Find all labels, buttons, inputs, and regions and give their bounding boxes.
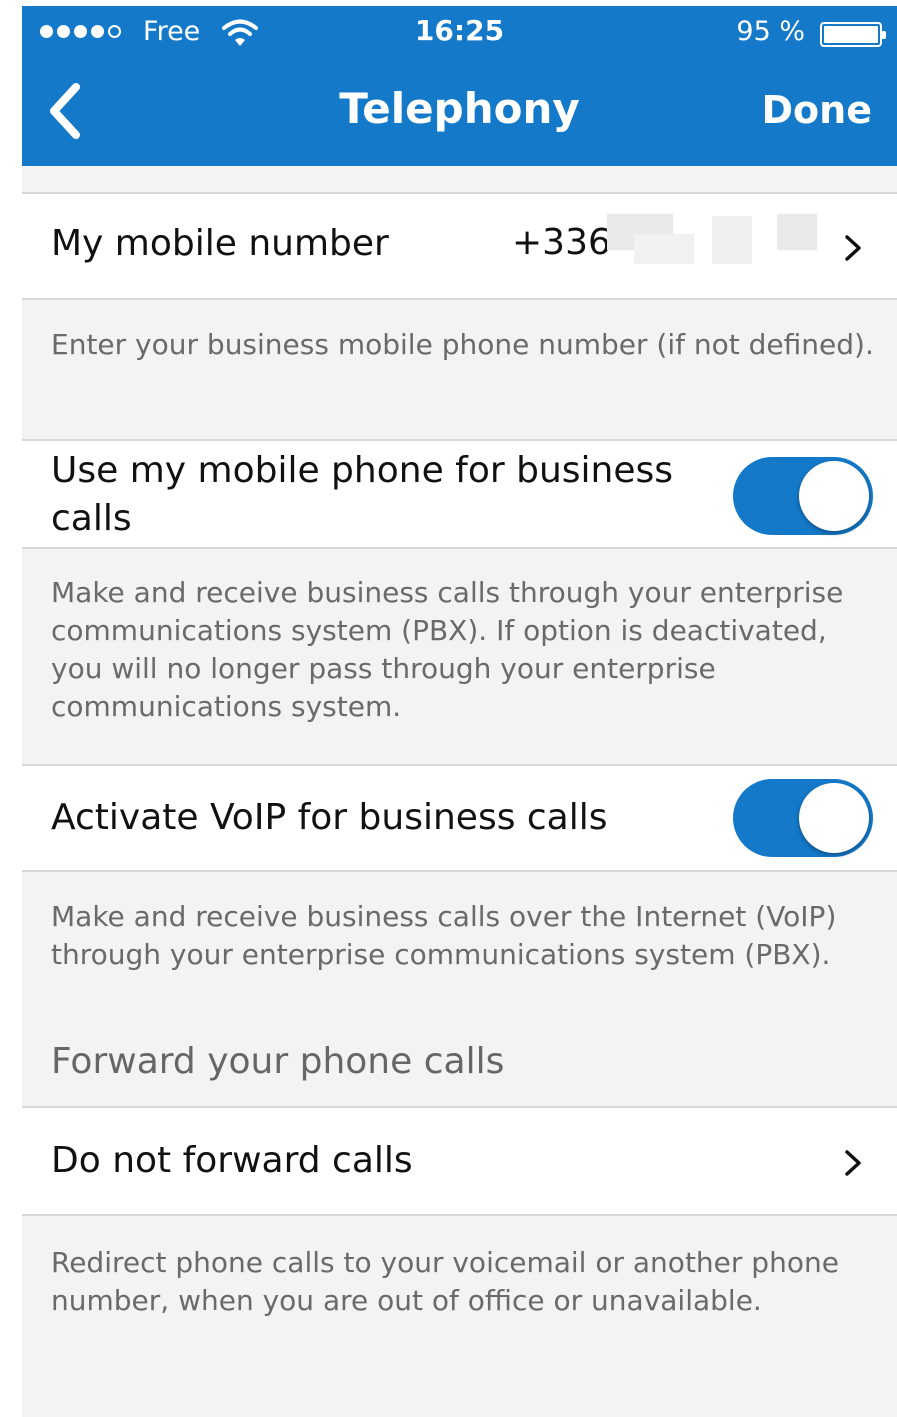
battery-icon <box>820 22 886 47</box>
voip-toggle[interactable] <box>733 779 873 857</box>
settings-screen: Free 16:25 95 % Telephony Done My mobile… <box>22 6 897 1417</box>
voip-description: Make and receive business calls over the… <box>51 900 837 971</box>
toggle-knob <box>799 461 869 531</box>
use-mobile-description: Make and receive business calls through … <box>51 576 844 723</box>
mobile-number-row[interactable]: My mobile number +336 <box>22 192 897 300</box>
voip-label: Activate VoIP for business calls <box>51 797 608 838</box>
navigation-header: Free 16:25 95 % Telephony Done <box>22 6 897 166</box>
mobile-number-label: My mobile number <box>51 223 389 264</box>
use-mobile-toggle[interactable] <box>733 457 873 535</box>
status-bar: Free 16:25 95 % <box>22 6 897 66</box>
use-mobile-label-line2: calls <box>51 498 132 539</box>
forward-row[interactable]: Do not forward calls <box>22 1106 897 1216</box>
mobile-number-description: Enter your business mobile phone number … <box>51 328 874 361</box>
done-button[interactable]: Done <box>762 88 872 132</box>
toggle-knob <box>799 783 869 853</box>
use-mobile-label-line1: Use my mobile phone for business <box>51 450 674 491</box>
redacted-number <box>777 214 817 250</box>
forward-label: Do not forward calls <box>51 1140 413 1181</box>
chevron-right-icon <box>845 1150 861 1176</box>
redacted-number <box>634 234 694 264</box>
forward-section-title: Forward your phone calls <box>51 1041 505 1082</box>
voip-row: Activate VoIP for business calls <box>22 764 897 872</box>
mobile-number-value: +336 <box>512 222 611 263</box>
forward-description: Redirect phone calls to your voicemail o… <box>51 1246 839 1317</box>
use-mobile-row: Use my mobile phone for business calls <box>22 439 897 549</box>
chevron-right-icon <box>845 235 861 261</box>
battery-percentage: 95 % <box>736 16 805 47</box>
redacted-number <box>712 216 752 264</box>
